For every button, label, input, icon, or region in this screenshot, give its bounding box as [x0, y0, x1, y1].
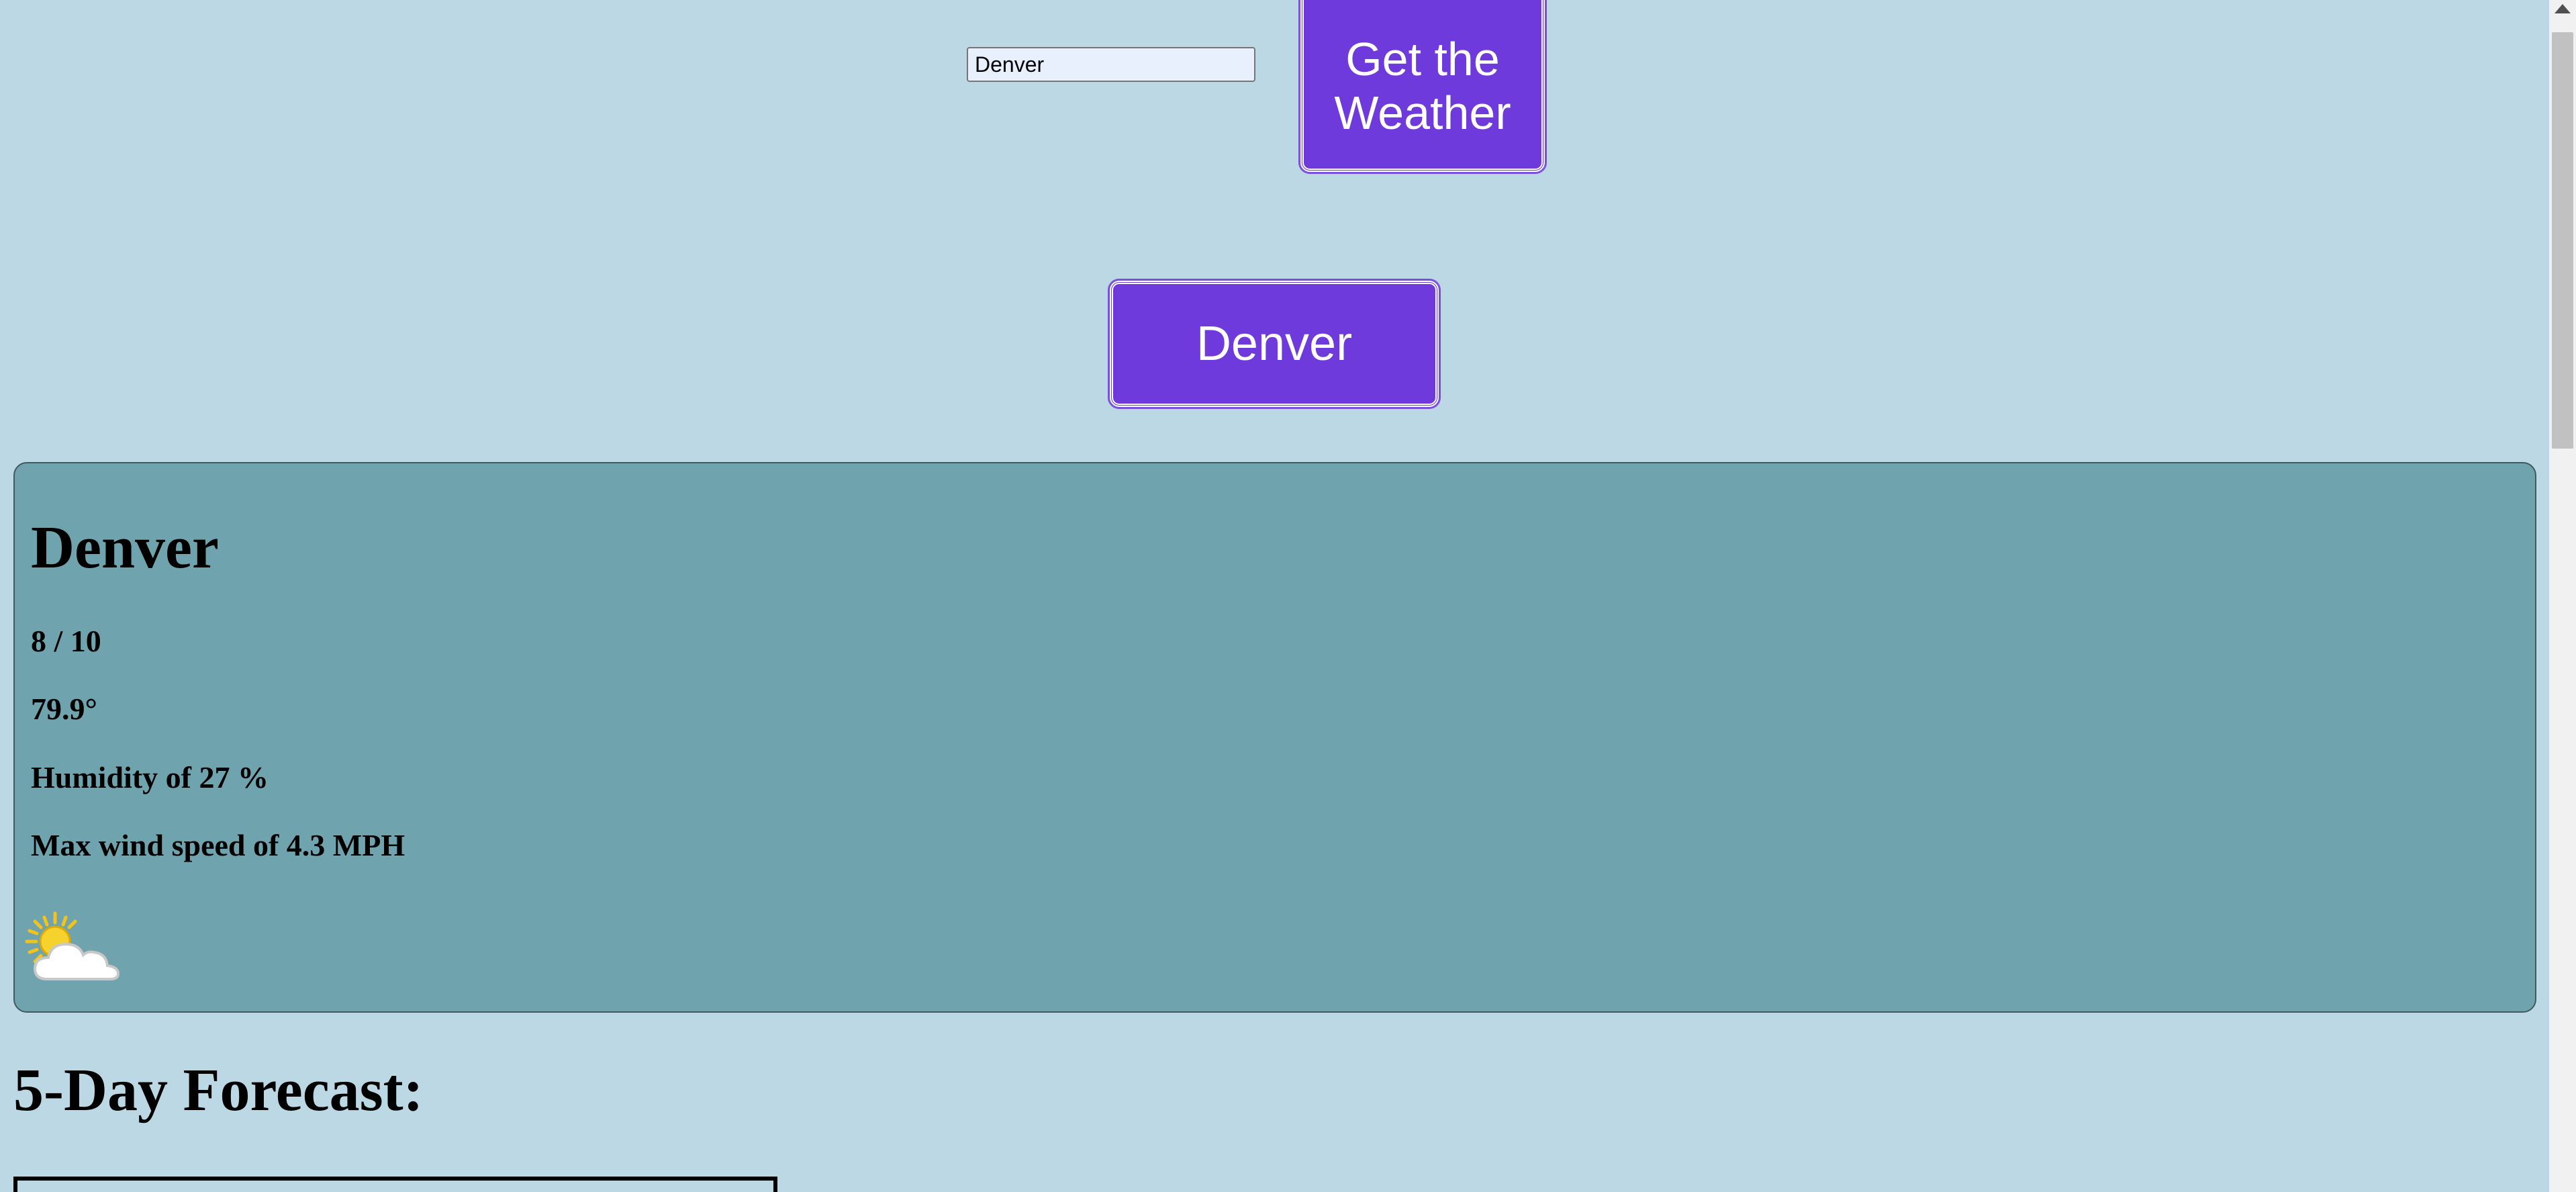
- forecast-day-card: [13, 1177, 777, 1192]
- current-date: 8 / 10: [31, 624, 101, 658]
- current-wind-speed: Max wind speed of 4.3 MPH: [31, 828, 406, 862]
- forecast-heading: 5-Day Forecast:: [13, 1057, 424, 1124]
- scroll-up-arrow-icon[interactable]: [2555, 4, 2571, 13]
- scrollbar-thumb[interactable]: [2552, 32, 2573, 449]
- city-search-input[interactable]: [967, 47, 1255, 82]
- get-weather-button[interactable]: Get the Weather: [1298, 0, 1547, 174]
- current-weather-card: Denver 8 / 10 79.9° Humidity of 27 % Max…: [13, 462, 2536, 1013]
- current-temperature: 79.9°: [31, 692, 97, 726]
- current-city-title: Denver: [31, 514, 219, 581]
- partly-cloudy-icon: [25, 911, 120, 980]
- weather-dashboard: Get the Weather Denver Denver 8 / 10 79.…: [0, 0, 2576, 1192]
- search-history-button-denver[interactable]: Denver: [1108, 279, 1441, 409]
- current-humidity: Humidity of 27 %: [31, 760, 269, 794]
